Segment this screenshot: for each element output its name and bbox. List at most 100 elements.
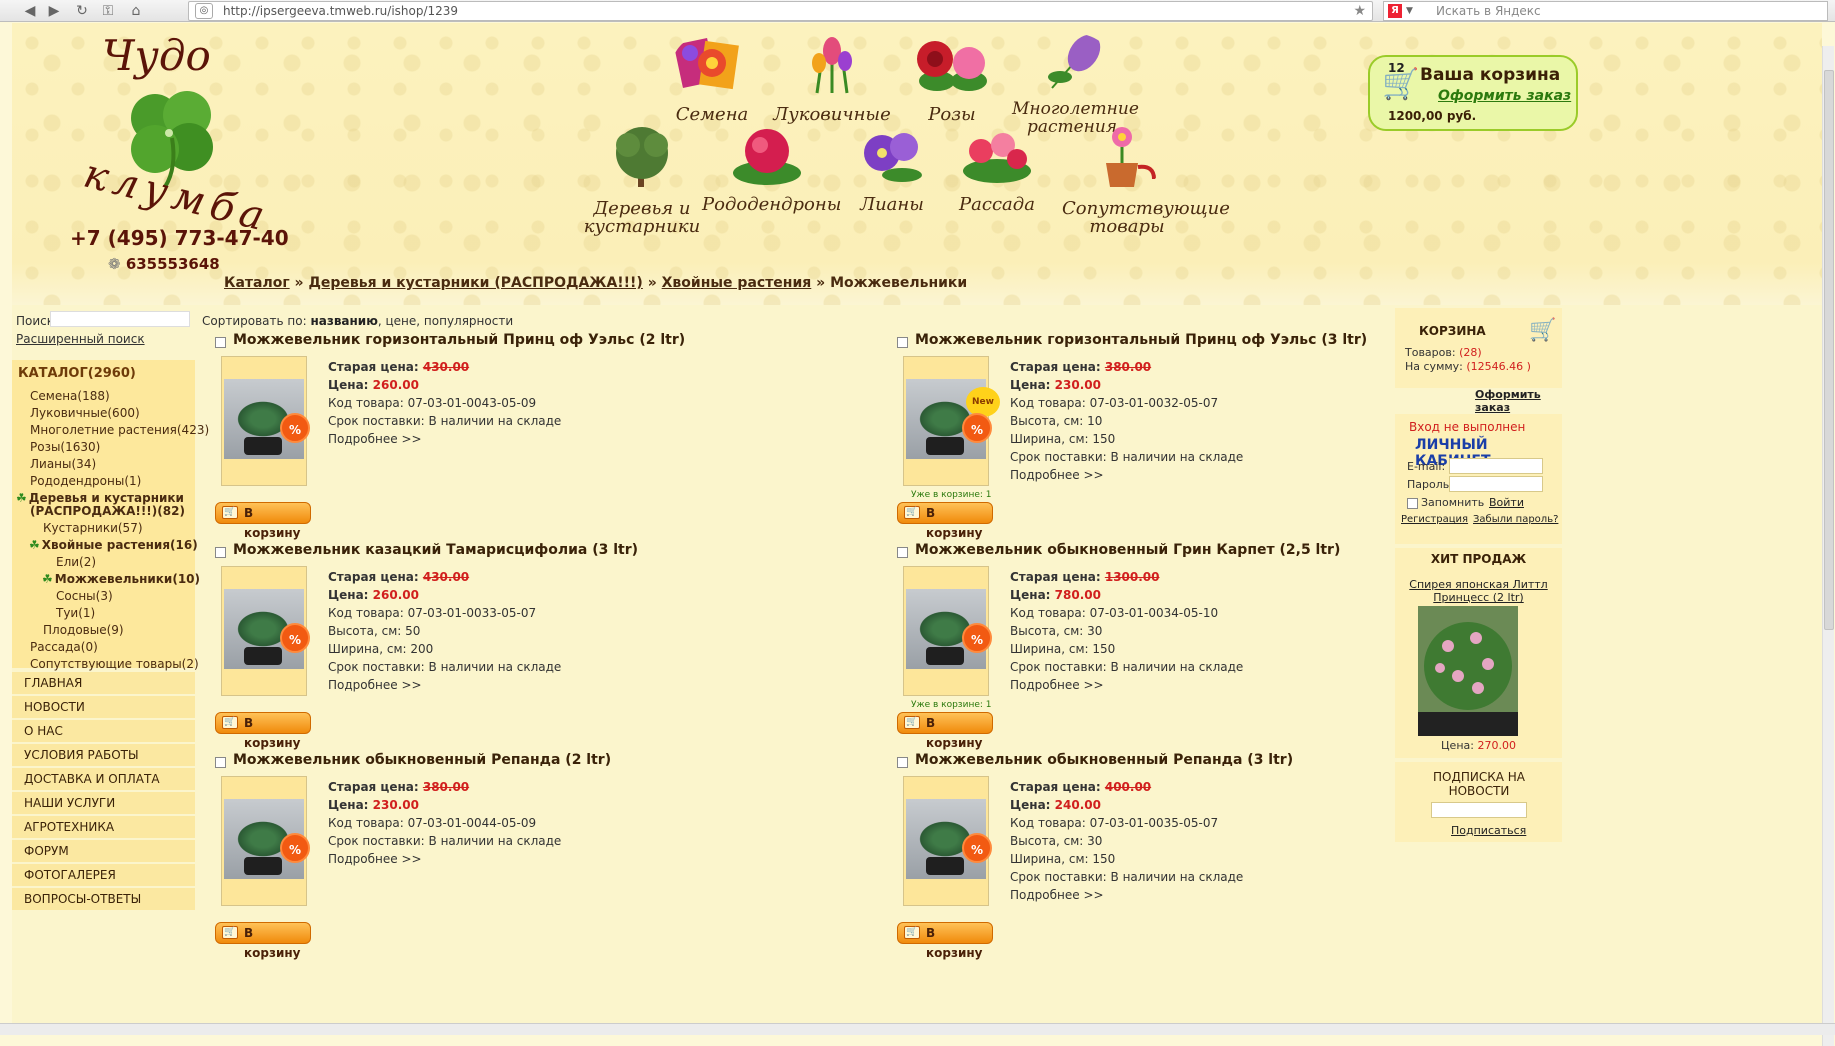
catalog-item[interactable]: Плодовые(9) <box>43 623 124 637</box>
menu-home[interactable]: ГЛАВНАЯ <box>12 672 195 694</box>
home-icon[interactable]: ⌂ <box>126 2 146 20</box>
add-to-cart-button[interactable]: 🛒 В корзину <box>215 922 311 960</box>
catalog-item-conifers[interactable]: ☘ Хвойные растения(16) <box>29 538 198 552</box>
password-field[interactable] <box>1449 476 1543 492</box>
category-perennials[interactable]: Многолетние растения <box>1012 33 1139 136</box>
more-link[interactable]: Подробнее >> <box>1010 676 1243 694</box>
catalog-item[interactable]: Рассада(0) <box>30 640 98 654</box>
catalog-item[interactable]: Лианы(34) <box>30 457 96 471</box>
yandex-search-field[interactable]: Я ▼ Искать в Яндекс <box>1383 1 1828 21</box>
compare-checkbox[interactable] <box>897 337 908 348</box>
catalog-item[interactable]: Кустарники(57) <box>43 521 143 535</box>
category-seeds[interactable]: Семена <box>652 33 772 124</box>
cart-checkout-link[interactable]: Оформить заказ <box>1475 388 1562 414</box>
category-rhododendrons[interactable]: Рододендроны <box>702 123 841 214</box>
chevron-down-icon[interactable]: ▼ <box>1406 2 1413 20</box>
catalog-item-trees[interactable]: ☘ Деревья и кустарники <box>16 491 184 505</box>
compare-checkbox[interactable] <box>215 337 226 348</box>
subscribe-button[interactable]: Подписаться <box>1451 824 1526 837</box>
breadcrumb-conifers[interactable]: Хвойные растения <box>662 275 812 291</box>
product-title[interactable]: Можжевельник обыкновенный Репанда (3 ltr… <box>915 752 1293 768</box>
bookmark-star-icon[interactable]: ★ <box>1353 2 1366 20</box>
reload-icon[interactable]: ↻ <box>72 2 92 20</box>
checkout-link[interactable]: Оформить заказ <box>1438 88 1571 104</box>
menu-about[interactable]: О НАС <box>12 720 195 742</box>
add-to-cart-button[interactable]: 🛒 В корзину <box>897 922 993 960</box>
advanced-search-link[interactable]: Расширенный поиск <box>16 332 145 346</box>
catalog-item[interactable]: Многолетние растения(423) <box>30 423 209 437</box>
catalog-heading[interactable]: КАТАЛОГ(2960) <box>18 366 136 381</box>
product-image[interactable]: % <box>903 776 992 906</box>
menu-delivery[interactable]: ДОСТАВКА И ОПЛАТА <box>12 768 195 790</box>
catalog-item[interactable]: Розы(1630) <box>30 440 100 454</box>
site-info-icon[interactable]: ◎ <box>195 3 213 19</box>
back-icon[interactable]: ◀ <box>20 2 40 20</box>
product-image[interactable]: % <box>903 566 992 696</box>
add-to-cart-button[interactable]: 🛒 В корзину <box>215 712 311 750</box>
product-title[interactable]: Можжевельник горизонтальный Принц оф Уэл… <box>233 332 685 348</box>
add-to-cart-button[interactable]: 🛒 В корзину <box>897 502 993 540</box>
horizontal-scrollbar[interactable] <box>0 1023 1835 1035</box>
category-roses[interactable]: Розы <box>892 33 1012 124</box>
catalog-item[interactable]: Сопутствующие товары(2) <box>30 657 199 671</box>
menu-faq[interactable]: ВОПРОСЫ-ОТВЕТЫ <box>12 888 195 910</box>
login-button[interactable]: Войти <box>1489 496 1524 509</box>
compare-checkbox[interactable] <box>897 547 908 558</box>
vertical-scrollbar[interactable] <box>1822 46 1834 1046</box>
menu-forum[interactable]: ФОРУМ <box>12 840 195 862</box>
bestseller-link[interactable]: Спирея японская Литтл Принцесс (2 ltr) <box>1407 578 1550 604</box>
address-bar[interactable]: ◎ http://ipsergeeva.tmweb.ru/ishop/1239 … <box>188 1 1373 21</box>
more-link[interactable]: Подробнее >> <box>328 676 561 694</box>
catalog-item-trees-sub[interactable]: (РАСПРОДАЖА!!!)(82) <box>30 504 185 518</box>
compare-checkbox[interactable] <box>215 547 226 558</box>
compare-checkbox[interactable] <box>897 757 908 768</box>
category-accessories[interactable]: Сопутствующие товары <box>1062 123 1230 236</box>
email-field[interactable] <box>1449 458 1543 474</box>
more-link[interactable]: Подробнее >> <box>1010 466 1243 484</box>
logo-text-top[interactable]: Чудо <box>102 31 211 80</box>
scrollbar-thumb[interactable] <box>1824 70 1834 630</box>
category-trees[interactable]: Деревья и кустарники <box>582 123 702 236</box>
bestseller-image[interactable] <box>1418 606 1518 736</box>
catalog-item[interactable]: Туи(1) <box>56 606 95 620</box>
catalog-item-junipers[interactable]: ☘ Можжевельники(10) <box>42 572 200 586</box>
catalog-item[interactable]: Сосны(3) <box>56 589 113 603</box>
product-image[interactable]: % <box>221 566 310 696</box>
add-to-cart-button[interactable]: 🛒 В корзину <box>215 502 311 540</box>
menu-agrotech[interactable]: АГРОТЕХНИКА <box>12 816 195 838</box>
product-image[interactable]: % <box>221 776 310 906</box>
product-title[interactable]: Можжевельник обыкновенный Грин Карпет (2… <box>915 542 1340 558</box>
category-bulbs[interactable]: Луковичные <box>772 33 892 124</box>
add-to-cart-button[interactable]: 🛒 В корзину <box>897 712 993 750</box>
category-seedlings[interactable]: Рассада <box>947 123 1047 214</box>
menu-news[interactable]: НОВОСТИ <box>12 696 195 718</box>
product-image[interactable]: % <box>221 356 310 486</box>
more-link[interactable]: Подробнее >> <box>328 850 561 868</box>
forward-icon[interactable]: ▶ <box>44 2 64 20</box>
more-link[interactable]: Подробнее >> <box>328 430 561 448</box>
product-title[interactable]: Можжевельник казацкий Тамарисцифолиа (3 … <box>233 542 638 558</box>
top-cart-widget[interactable]: 🛒 12 Ваша корзина Оформить заказ 1200,00… <box>1368 55 1578 131</box>
catalog-item[interactable]: Рододендроны(1) <box>30 474 141 488</box>
search-input[interactable] <box>50 311 190 327</box>
forgot-password-link[interactable]: Забыли пароль? <box>1473 514 1558 525</box>
product-title[interactable]: Можжевельник горизонтальный Принц оф Уэл… <box>915 332 1367 348</box>
subscribe-email-field[interactable] <box>1431 802 1527 818</box>
breadcrumb-trees[interactable]: Деревья и кустарники (РАСПРОДАЖА!!!) <box>308 275 642 291</box>
compare-checkbox[interactable] <box>215 757 226 768</box>
catalog-item[interactable]: Ели(2) <box>56 555 96 569</box>
more-link[interactable]: Подробнее >> <box>1010 886 1243 904</box>
breadcrumb-catalog[interactable]: Каталог <box>224 275 290 291</box>
menu-services[interactable]: НАШИ УСЛУГИ <box>12 792 195 814</box>
catalog-item[interactable]: Семена(188) <box>30 389 110 403</box>
category-vines[interactable]: Лианы <box>842 123 942 214</box>
menu-terms[interactable]: УСЛОВИЯ РАБОТЫ <box>12 744 195 766</box>
sort-by-name[interactable]: названию <box>310 314 377 328</box>
product-image[interactable]: New% <box>903 356 1000 486</box>
sort-other-options[interactable]: , цене, популярности <box>378 314 513 328</box>
key-icon[interactable]: ⚿ <box>98 2 118 20</box>
menu-gallery[interactable]: ФОТОГАЛЕРЕЯ <box>12 864 195 886</box>
catalog-item[interactable]: Луковичные(600) <box>30 406 140 420</box>
product-title[interactable]: Можжевельник обыкновенный Репанда (2 ltr… <box>233 752 611 768</box>
remember-checkbox[interactable] <box>1407 498 1418 509</box>
